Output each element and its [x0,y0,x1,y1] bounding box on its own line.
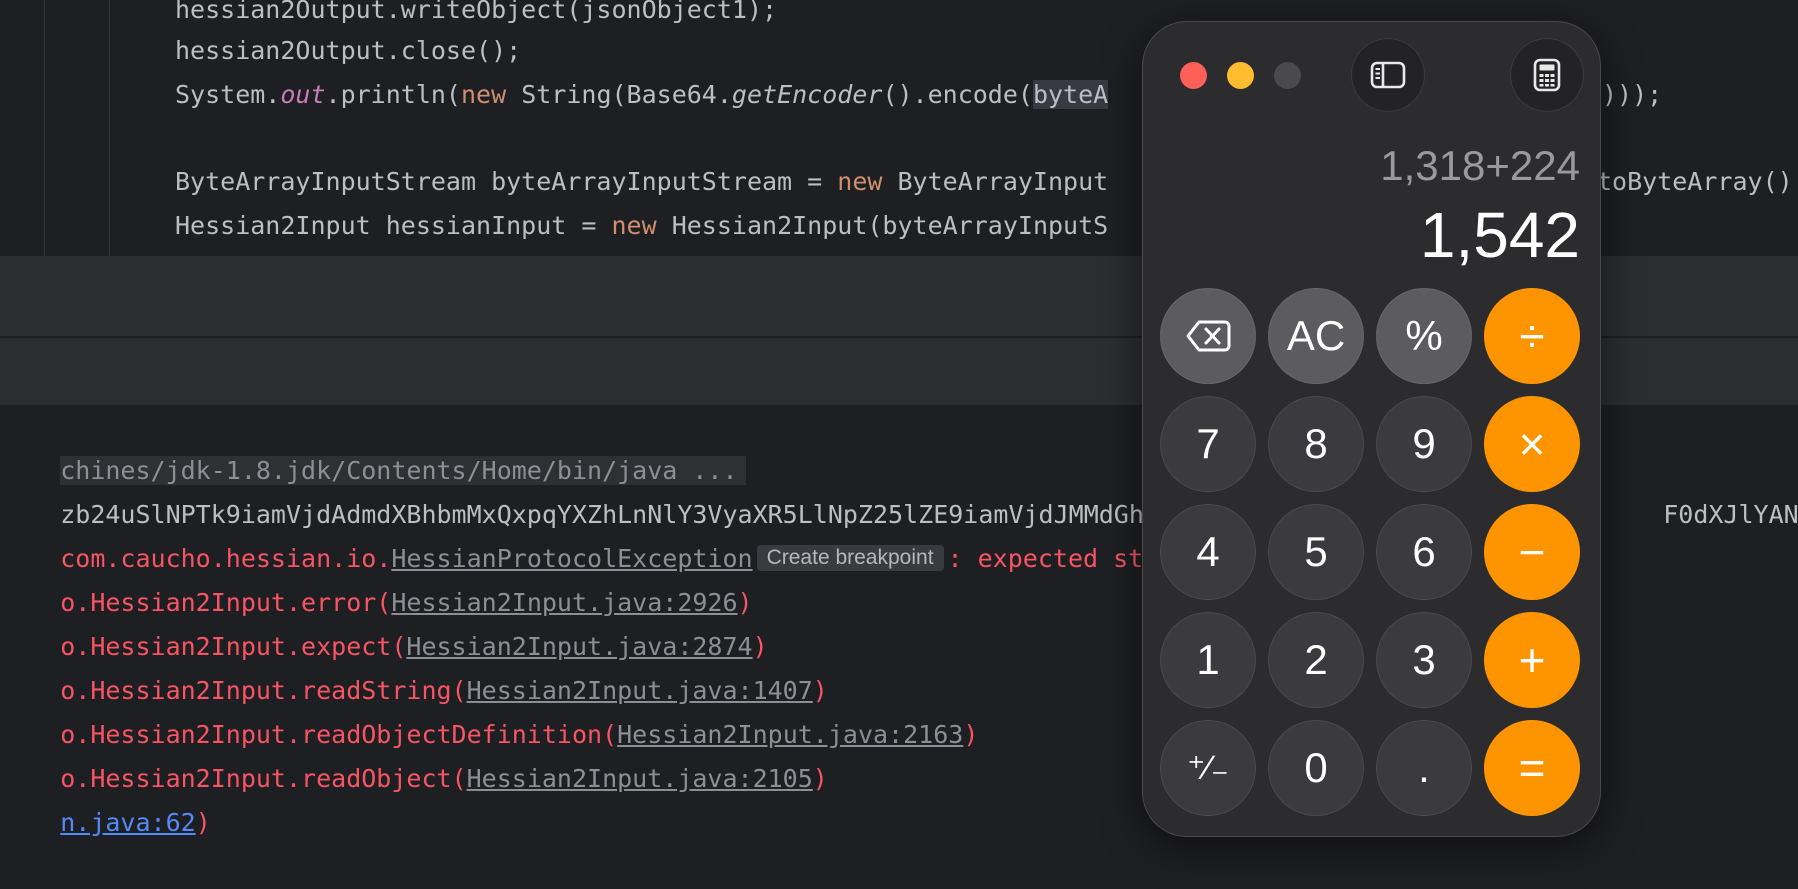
percent-button[interactable]: % [1376,288,1472,384]
close-window-button[interactable] [1180,62,1207,89]
calculator-mode-button[interactable] [1510,38,1584,112]
digit-8-button[interactable]: 8 [1268,396,1364,492]
stack-frame: o.Hessian2Input.readObject(Hessian2Input… [60,764,828,793]
digit-1-button[interactable]: 1 [1160,612,1256,708]
stack-frame: o.Hessian2Input.readString(Hessian2Input… [60,676,828,705]
digit-7-button[interactable]: 7 [1160,396,1256,492]
sidebar-toggle-button[interactable] [1351,38,1425,112]
stack-frame-link[interactable]: Hessian2Input.java:2105 [467,764,813,793]
create-breakpoint-button[interactable]: Create breakpoint [756,545,944,571]
calculator-window[interactable]: 1,318+224 1,542 AC % ÷ 7 8 9 × 4 5 6 − 1… [1143,22,1600,836]
digit-9-button[interactable]: 9 [1376,396,1472,492]
minimize-window-button[interactable] [1227,62,1254,89]
sidebar-icon [1370,61,1406,89]
code-line-tail[interactable]: ))); [1602,73,1662,117]
stack-frame: n.java:62) [60,808,211,837]
indent-guide [44,0,45,256]
source-link[interactable]: n.java:62 [60,808,195,837]
calculator-icon [1533,58,1561,92]
console-output-line: zb24uSlNPTk9iamVjdAdmdXBhbmMxQxpqYXZhLnN… [60,500,1175,529]
code-line[interactable]: Hessian2Input hessianInput = new Hessian… [175,204,1108,248]
stack-frame: o.Hessian2Input.readObjectDefinition(Hes… [60,720,979,749]
add-button[interactable]: + [1484,612,1580,708]
digit-2-button[interactable]: 2 [1268,612,1364,708]
digit-0-button[interactable]: 0 [1268,720,1364,816]
equals-button[interactable]: = [1484,720,1580,816]
sign-toggle-button[interactable]: ⁺∕₋ [1160,720,1256,816]
delete-icon [1186,320,1231,352]
digit-6-button[interactable]: 6 [1376,504,1472,600]
code-line[interactable]: ByteArrayInputStream byteArrayInputStrea… [175,160,1108,204]
exception-line: com.caucho.hessian.io.HessianProtocolExc… [60,544,1144,573]
console-output-line-tail: F0dXJlYANEU0F [1663,500,1798,529]
selected-text: byteA [1032,80,1109,109]
digit-5-button[interactable]: 5 [1268,504,1364,600]
console-command-line: chines/jdk-1.8.jdk/Contents/Home/bin/jav… [0,405,746,485]
digit-4-button[interactable]: 4 [1160,504,1256,600]
code-line[interactable]: hessian2Output.writeObject(jsonObject1); [175,0,777,32]
backspace-button[interactable] [1160,288,1256,384]
stack-frame: o.Hessian2Input.expect(Hessian2Input.jav… [60,632,768,661]
code-line[interactable]: hessian2Output.close(); [175,29,521,73]
code-line[interactable]: System.out.println(new String(Base64.get… [175,73,1109,117]
digit-3-button[interactable]: 3 [1376,612,1472,708]
calculator-expression: 1,318+224 [1380,142,1580,189]
indent-guide [109,0,110,256]
stack-frame: o.Hessian2Input.error(Hessian2Input.java… [60,588,753,617]
subtract-button[interactable]: − [1484,504,1580,600]
all-clear-button[interactable]: AC [1268,288,1364,384]
calculator-display: 1,542 [1419,199,1580,271]
multiply-button[interactable]: × [1484,396,1580,492]
decimal-button[interactable]: . [1376,720,1472,816]
code-line-tail[interactable]: toByteArray() [1597,160,1793,204]
divide-button[interactable]: ÷ [1484,288,1580,384]
zoom-window-button[interactable] [1274,62,1301,89]
